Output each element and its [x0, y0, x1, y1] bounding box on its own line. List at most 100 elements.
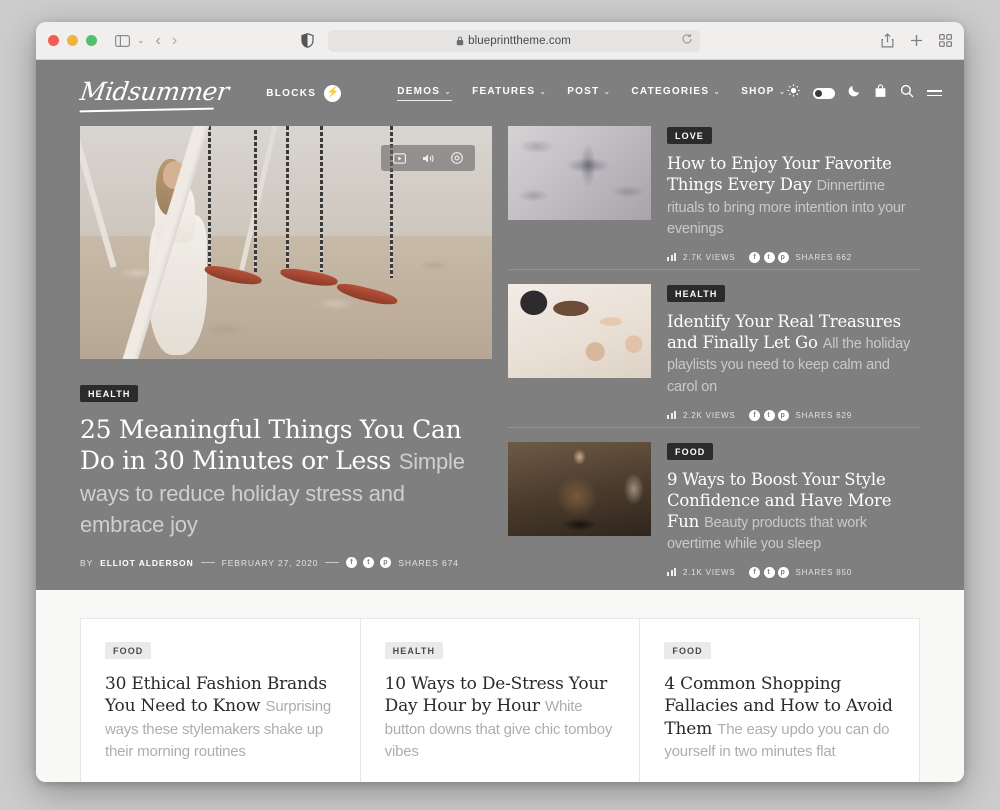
- chevron-down-icon: ⌄: [713, 87, 722, 96]
- side-post-title[interactable]: How to Enjoy Your Favorite Things Every …: [667, 153, 920, 239]
- nav-label: SHOP: [741, 86, 775, 97]
- media-controls[interactable]: [381, 145, 475, 171]
- post-card[interactable]: FOOD 30 Ethical Fashion Brands You Need …: [81, 619, 360, 782]
- facebook-icon[interactable]: f: [346, 557, 358, 568]
- header-tools: [786, 83, 942, 103]
- nav-label: CATEGORIES: [631, 86, 710, 97]
- side-post-thumbnail[interactable]: [508, 126, 651, 220]
- dark-mode-toggle[interactable]: [812, 87, 835, 99]
- post-card-title[interactable]: 4 Common Shopping Fallacies and How to A…: [664, 673, 895, 763]
- new-tab-button[interactable]: [910, 34, 923, 47]
- blocks-nav-item[interactable]: BLOCKS ⚡: [266, 84, 342, 102]
- nav-item-features[interactable]: FEATURES ⌄: [472, 86, 547, 100]
- facebook-icon[interactable]: f: [749, 251, 761, 263]
- pinterest-icon[interactable]: p: [777, 566, 789, 578]
- by-label: BY: [80, 557, 94, 568]
- site-header: Midsummer BLOCKS ⚡ DEMOS ⌄ FEATURES ⌄ PO…: [36, 60, 964, 126]
- category-badge[interactable]: HEALTH: [80, 385, 139, 402]
- swing-chain: [208, 126, 211, 266]
- meta-divider: [325, 562, 340, 563]
- category-badge[interactable]: HEALTH: [667, 284, 726, 302]
- category-badge[interactable]: FOOD: [664, 642, 711, 659]
- side-post-title[interactable]: Identify Your Real Treasures and Finally…: [667, 311, 920, 397]
- post-card-title[interactable]: 10 Ways to De-Stress Your Day Hour by Ho…: [385, 673, 616, 763]
- chevron-down-icon[interactable]: ⌄: [137, 35, 145, 46]
- url-text: blueprinttheme.com: [468, 34, 571, 47]
- featured-post-title[interactable]: 25 Meaningful Things You Can Do in 30 Mi…: [80, 414, 492, 539]
- category-badge[interactable]: HEALTH: [384, 642, 444, 659]
- category-badge[interactable]: FOOD: [667, 442, 714, 460]
- twitter-icon[interactable]: t: [363, 557, 375, 568]
- privacy-shield-icon[interactable]: [300, 33, 314, 48]
- volume-icon[interactable]: [422, 153, 435, 164]
- back-button[interactable]: ‹: [156, 32, 161, 49]
- nav-item-categories[interactable]: CATEGORIES ⌄: [631, 86, 721, 100]
- chevron-down-icon: ⌄: [778, 87, 787, 96]
- author-name[interactable]: ELLIOT ALDERSON: [100, 558, 193, 568]
- nav-item-shop[interactable]: SHOP ⌄: [741, 86, 786, 100]
- side-post[interactable]: FOOD 9 Ways to Boost Your Style Confiden…: [508, 426, 920, 584]
- address-bar[interactable]: blueprinttheme.com: [327, 29, 700, 52]
- maximize-window-button[interactable]: [86, 35, 97, 46]
- side-post-thumbnail[interactable]: [508, 283, 651, 378]
- minimize-window-button[interactable]: [67, 35, 78, 46]
- main-navigation: DEMOS ⌄ FEATURES ⌄ POST ⌄ CATEGORIES ⌄ S…: [397, 86, 786, 101]
- settings-icon[interactable]: [451, 152, 463, 164]
- category-badge[interactable]: LOVE: [667, 127, 712, 144]
- desktop-background: ⌄ ‹ › blueprinttheme.com Midsummer BLOCK…: [0, 0, 1000, 810]
- meta-divider: [200, 562, 215, 563]
- share-icon[interactable]: [881, 33, 894, 48]
- nav-item-post[interactable]: POST ⌄: [567, 86, 611, 100]
- reload-icon[interactable]: [681, 32, 693, 50]
- featured-post-image[interactable]: [80, 126, 492, 359]
- post-card-title[interactable]: 30 Ethical Fashion Brands You Need to Kn…: [105, 673, 336, 763]
- view-count: 2.2K VIEWS: [683, 410, 736, 420]
- shopping-bag-icon[interactable]: [874, 83, 887, 103]
- side-post-meta: 2.1K VIEWS f t p SHARES 850: [667, 566, 920, 578]
- chevron-down-icon: ⌄: [603, 87, 612, 96]
- view-count: 2.1K VIEWS: [683, 567, 736, 577]
- browser-window: ⌄ ‹ › blueprinttheme.com Midsummer BLOCK…: [36, 22, 964, 782]
- post-card[interactable]: HEALTH 10 Ways to De-Stress Your Day Hou…: [359, 619, 640, 782]
- view-count: 2.7K VIEWS: [683, 252, 736, 262]
- publish-date: FEBRUARY 27, 2020: [221, 557, 319, 568]
- hero-grid: HEALTH 25 Meaningful Things You Can Do i…: [36, 126, 964, 584]
- close-window-button[interactable]: [48, 35, 59, 46]
- facebook-icon[interactable]: f: [749, 566, 761, 578]
- swing-chain: [320, 126, 323, 272]
- toggle-knob: [814, 89, 822, 97]
- chevron-down-icon: ⌄: [539, 87, 548, 96]
- window-traffic-lights[interactable]: [48, 35, 97, 46]
- pinterest-icon[interactable]: p: [777, 409, 789, 421]
- browser-toolbar: ⌄ ‹ › blueprinttheme.com: [36, 22, 964, 60]
- side-post[interactable]: HEALTH Identify Your Real Treasures and …: [508, 268, 920, 427]
- social-share-links: f t p: [346, 557, 392, 568]
- featured-post[interactable]: HEALTH 25 Meaningful Things You Can Do i…: [80, 126, 492, 584]
- tab-overview-icon[interactable]: [939, 34, 952, 47]
- search-icon[interactable]: [900, 84, 914, 103]
- social-share-links: f t p: [749, 566, 789, 578]
- forward-button[interactable]: ›: [172, 32, 177, 49]
- side-post-meta: 2.2K VIEWS f t p SHARES 629: [667, 409, 920, 421]
- twitter-icon[interactable]: t: [763, 566, 775, 578]
- pinterest-icon[interactable]: p: [777, 251, 789, 263]
- lock-icon: [456, 36, 464, 46]
- facebook-icon[interactable]: f: [749, 409, 761, 421]
- video-play-icon[interactable]: [393, 152, 406, 164]
- twitter-icon[interactable]: t: [763, 409, 775, 421]
- nav-label: POST: [567, 86, 600, 97]
- category-badge[interactable]: FOOD: [105, 642, 152, 659]
- side-post-title[interactable]: 9 Ways to Boost Your Style Confidence an…: [667, 469, 920, 554]
- hamburger-icon[interactable]: [926, 89, 942, 97]
- sidebar-icon[interactable]: [115, 34, 130, 47]
- side-post-thumbnail[interactable]: [508, 441, 651, 536]
- post-grid-section: FOOD 30 Ethical Fashion Brands You Need …: [36, 590, 964, 782]
- twitter-icon[interactable]: t: [763, 251, 775, 263]
- nav-item-demos[interactable]: DEMOS ⌄: [397, 86, 453, 101]
- views-chart-icon: [667, 568, 676, 577]
- pinterest-icon[interactable]: p: [380, 557, 392, 568]
- post-card[interactable]: FOOD 4 Common Shopping Fallacies and How…: [639, 619, 919, 782]
- moon-icon: [848, 84, 861, 102]
- side-post[interactable]: LOVE How to Enjoy Your Favorite Things E…: [508, 126, 920, 269]
- site-logo[interactable]: Midsummer: [78, 77, 230, 110]
